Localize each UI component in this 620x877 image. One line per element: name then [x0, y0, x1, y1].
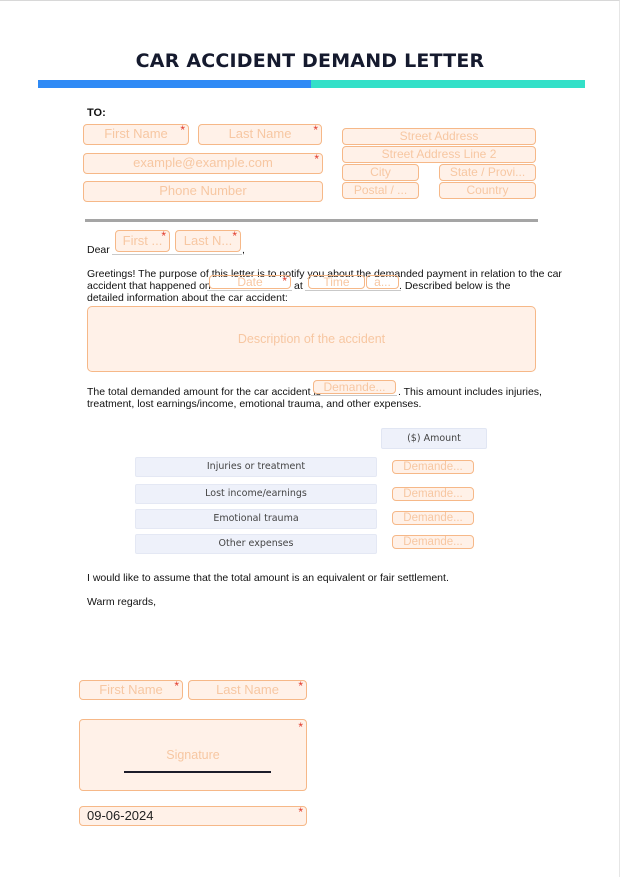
signature-field[interactable]: * Signature — [79, 719, 307, 791]
required-mark: * — [298, 720, 303, 734]
header-bar-left — [38, 80, 311, 88]
placeholder: Street Address — [399, 129, 479, 143]
page-title: CAR ACCIDENT DEMAND LETTER — [135, 50, 485, 72]
required-mark: * — [180, 124, 185, 137]
expense-row-label: Injuries or treatment — [135, 457, 377, 477]
state-field[interactable]: State / Provi... — [439, 164, 536, 181]
signature-placeholder: Signature — [166, 748, 220, 762]
to-label: TO: — [87, 107, 106, 119]
accident-time-field[interactable]: Time — [308, 275, 365, 289]
placeholder: Demande... — [403, 512, 463, 524]
salutation-last-name-field[interactable]: Last N... * — [175, 230, 241, 252]
placeholder: Last N... — [183, 233, 233, 248]
placeholder: Description of the accident — [237, 332, 386, 346]
placeholder: Country — [466, 183, 509, 197]
greeting-line-2-start: accident that happened on — [87, 280, 211, 292]
placeholder: example@example.com — [133, 155, 273, 170]
total-demanded-amount-field[interactable]: Demande... — [313, 380, 396, 394]
country-field[interactable]: Country — [439, 182, 536, 199]
greeting-line-3: detailed information about the car accid… — [87, 292, 288, 304]
expense-row-label: Emotional trauma — [135, 509, 377, 529]
placeholder: Demande... — [403, 536, 463, 548]
expense-row-label: Other expenses — [135, 534, 377, 554]
placeholder: Last Name — [216, 682, 279, 697]
sender-last-name-field[interactable]: Last Name * — [188, 680, 307, 700]
greeting-line-2-end: . Described below is the — [399, 280, 511, 292]
city-field[interactable]: City — [342, 164, 419, 181]
expense-amount-field[interactable]: Demande... — [392, 511, 474, 525]
recipient-phone-field[interactable]: Phone Number — [83, 181, 323, 202]
expense-amount-field[interactable]: Demande... — [392, 460, 474, 474]
signature-line — [124, 771, 271, 773]
required-mark: * — [282, 275, 287, 288]
accident-date-field[interactable]: Date * — [209, 275, 291, 289]
placeholder: Street Address Line 2 — [381, 147, 497, 161]
regards-text: Warm regards, — [87, 596, 157, 608]
placeholder: a... — [374, 275, 391, 289]
recipient-last-name-field[interactable]: Last Name * — [198, 124, 322, 145]
placeholder: Last Name — [228, 126, 292, 141]
placeholder: Postal / ... — [353, 183, 408, 197]
date-value: 09-06-2024 — [87, 808, 154, 823]
salutation-underline — [112, 254, 242, 255]
placeholder: Phone Number — [159, 183, 247, 198]
required-mark: * — [313, 124, 318, 137]
placeholder: First Name — [99, 682, 163, 697]
expense-amount-field[interactable]: Demande... — [392, 535, 474, 549]
placeholder: Time — [323, 275, 350, 289]
required-mark: * — [314, 153, 319, 166]
placeholder: City — [370, 165, 391, 179]
placeholder: Date — [237, 275, 263, 289]
recipient-email-field[interactable]: example@example.com * — [83, 153, 323, 174]
date-underline — [207, 290, 292, 291]
total-line-2: treatment, lost earnings/income, emotion… — [87, 398, 422, 410]
settlement-text: I would like to assume that the total am… — [87, 572, 449, 584]
dear-label: Dear — [87, 244, 110, 256]
amount-column-header: ($) Amount — [381, 428, 487, 449]
total-line-1-end: . This amount includes injuries, — [398, 386, 542, 398]
salutation-comma: , — [242, 244, 245, 256]
required-mark: * — [298, 805, 303, 819]
placeholder: State / Provi... — [449, 165, 526, 179]
total-underline — [311, 395, 397, 396]
accident-ampm-field[interactable]: a... — [366, 275, 399, 289]
required-mark: * — [161, 230, 166, 243]
time-underline — [305, 290, 401, 291]
placeholder: Demande... — [323, 380, 386, 394]
placeholder: First Name — [104, 126, 168, 141]
placeholder: Demande... — [403, 461, 463, 473]
signature-date-field[interactable]: 09-06-2024 * — [79, 806, 307, 826]
required-mark: * — [232, 230, 237, 243]
expense-amount-field[interactable]: Demande... — [392, 487, 474, 501]
at-label: at — [294, 280, 303, 292]
recipient-first-name-field[interactable]: First Name * — [83, 124, 189, 145]
sender-first-name-field[interactable]: First Name * — [79, 680, 183, 700]
postal-code-field[interactable]: Postal / ... — [342, 182, 419, 199]
expense-row-label: Lost income/earnings — [135, 484, 377, 504]
required-mark: * — [174, 680, 179, 693]
accident-description-field[interactable]: Description of the accident — [87, 306, 536, 372]
placeholder: Demande... — [403, 488, 463, 500]
required-mark: * — [298, 680, 303, 693]
street-address-field[interactable]: Street Address — [342, 128, 536, 145]
salutation-first-name-field[interactable]: First ... * — [115, 230, 170, 252]
street-address-line2-field[interactable]: Street Address Line 2 — [342, 146, 536, 163]
section-divider — [85, 219, 538, 222]
total-line-1-start: The total demanded amount for the car ac… — [87, 386, 322, 398]
header-bar-right — [311, 80, 585, 88]
